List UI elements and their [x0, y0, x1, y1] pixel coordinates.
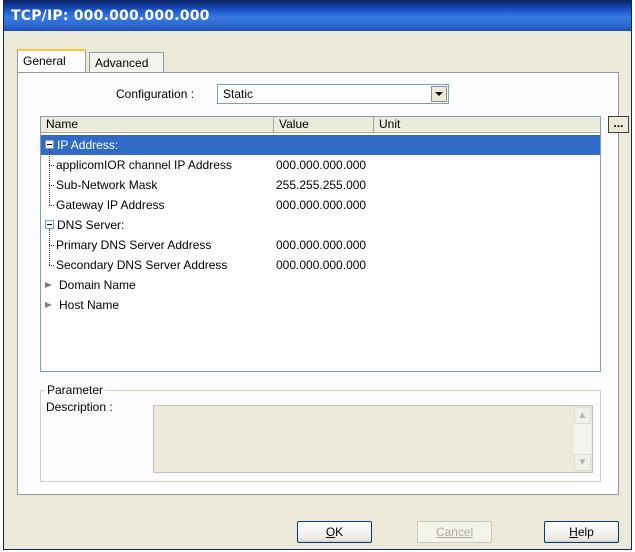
table-row[interactable]: Primary DNS Server Address 000.000.000.0… [41, 235, 600, 255]
row-value: 000.000.000.000 [276, 238, 367, 252]
scroll-down-icon[interactable]: ▼ [574, 454, 591, 471]
chevron-down-icon [435, 92, 443, 96]
configuration-label: Configuration : [116, 87, 195, 101]
configuration-select[interactable]: Static [217, 84, 449, 104]
row-name: Domain Name [59, 278, 136, 292]
help-label-rest: elp [577, 525, 594, 539]
ok-label-rest: K [335, 525, 344, 539]
table-row[interactable]: Domain Name [41, 275, 600, 295]
tab-advanced-label: Advanced [95, 56, 149, 70]
table-row[interactable]: Gateway IP Address 000.000.000.000 [41, 195, 600, 215]
collapse-icon[interactable] [45, 220, 54, 229]
parameter-legend: Parameter [45, 383, 106, 397]
table-row[interactable]: Sub-Network Mask 255.255.255.000 [41, 175, 600, 195]
arrow-right-icon [45, 302, 52, 308]
help-button[interactable]: Help [544, 521, 619, 543]
ok-button[interactable]: OK [297, 521, 372, 543]
table-row[interactable]: DNS Server: [41, 215, 600, 235]
column-header-unit[interactable]: Unit [374, 117, 600, 133]
cancel-label: Cancel [435, 525, 474, 539]
table-row[interactable]: applicomIOR channel IP Address 000.000.0… [41, 155, 600, 175]
column-header-name[interactable]: Name [41, 117, 274, 133]
column-header-value[interactable]: Value [274, 117, 374, 133]
row-name: Gateway IP Address [56, 198, 165, 212]
tcpip-dialog: TCP/IP: 000.000.000.000 General Advanced… [3, 0, 632, 550]
collapse-icon[interactable] [45, 140, 54, 149]
description-textarea[interactable]: ▲ ▼ [153, 405, 593, 473]
row-name: DNS Server: [57, 218, 125, 232]
tab-general-label: General [23, 54, 66, 68]
row-name: Sub-Network Mask [56, 178, 158, 192]
description-label: Description : [46, 400, 113, 414]
cancel-button[interactable]: Cancel [417, 521, 492, 543]
row-value: 000.000.000.000 [276, 198, 367, 212]
row-name: Secondary DNS Server Address [56, 258, 228, 272]
tab-advanced[interactable]: Advanced [89, 52, 164, 72]
parameter-group: Parameter Description : ▲ ▼ [40, 383, 601, 482]
tab-general[interactable]: General [17, 49, 86, 72]
row-name: Host Name [59, 298, 120, 312]
row-value: 000.000.000.000 [276, 158, 367, 172]
row-value: 255.255.255.000 [276, 178, 367, 192]
general-panel: Configuration : Static Name Value Unit I… [17, 72, 629, 495]
grid-header: Name Value Unit [41, 117, 600, 133]
row-name: Primary DNS Server Address [56, 238, 212, 252]
ok-mnemonic: O [325, 525, 336, 539]
ellipsis-button[interactable]: ... [608, 116, 629, 133]
table-row[interactable]: IP Address: [41, 135, 600, 155]
help-mnemonic: H [569, 525, 578, 539]
dropdown-button[interactable] [431, 86, 447, 102]
property-grid[interactable]: Name Value Unit IP Address: applicomIOR … [40, 116, 601, 372]
row-name: IP Address: [57, 138, 119, 152]
arrow-right-icon [45, 282, 52, 288]
window-title: TCP/IP: 000.000.000.000 [11, 8, 210, 24]
row-value: 000.000.000.000 [276, 258, 367, 272]
description-scrollbar[interactable]: ▲ ▼ [574, 407, 591, 471]
row-name: applicomIOR channel IP Address [56, 158, 232, 172]
title-bar[interactable]: TCP/IP: 000.000.000.000 [4, 1, 631, 31]
table-row[interactable]: Secondary DNS Server Address 000.000.000… [41, 255, 600, 275]
configuration-value: Static [223, 87, 254, 101]
table-row[interactable]: Host Name [41, 295, 600, 315]
scroll-up-icon[interactable]: ▲ [574, 407, 591, 424]
